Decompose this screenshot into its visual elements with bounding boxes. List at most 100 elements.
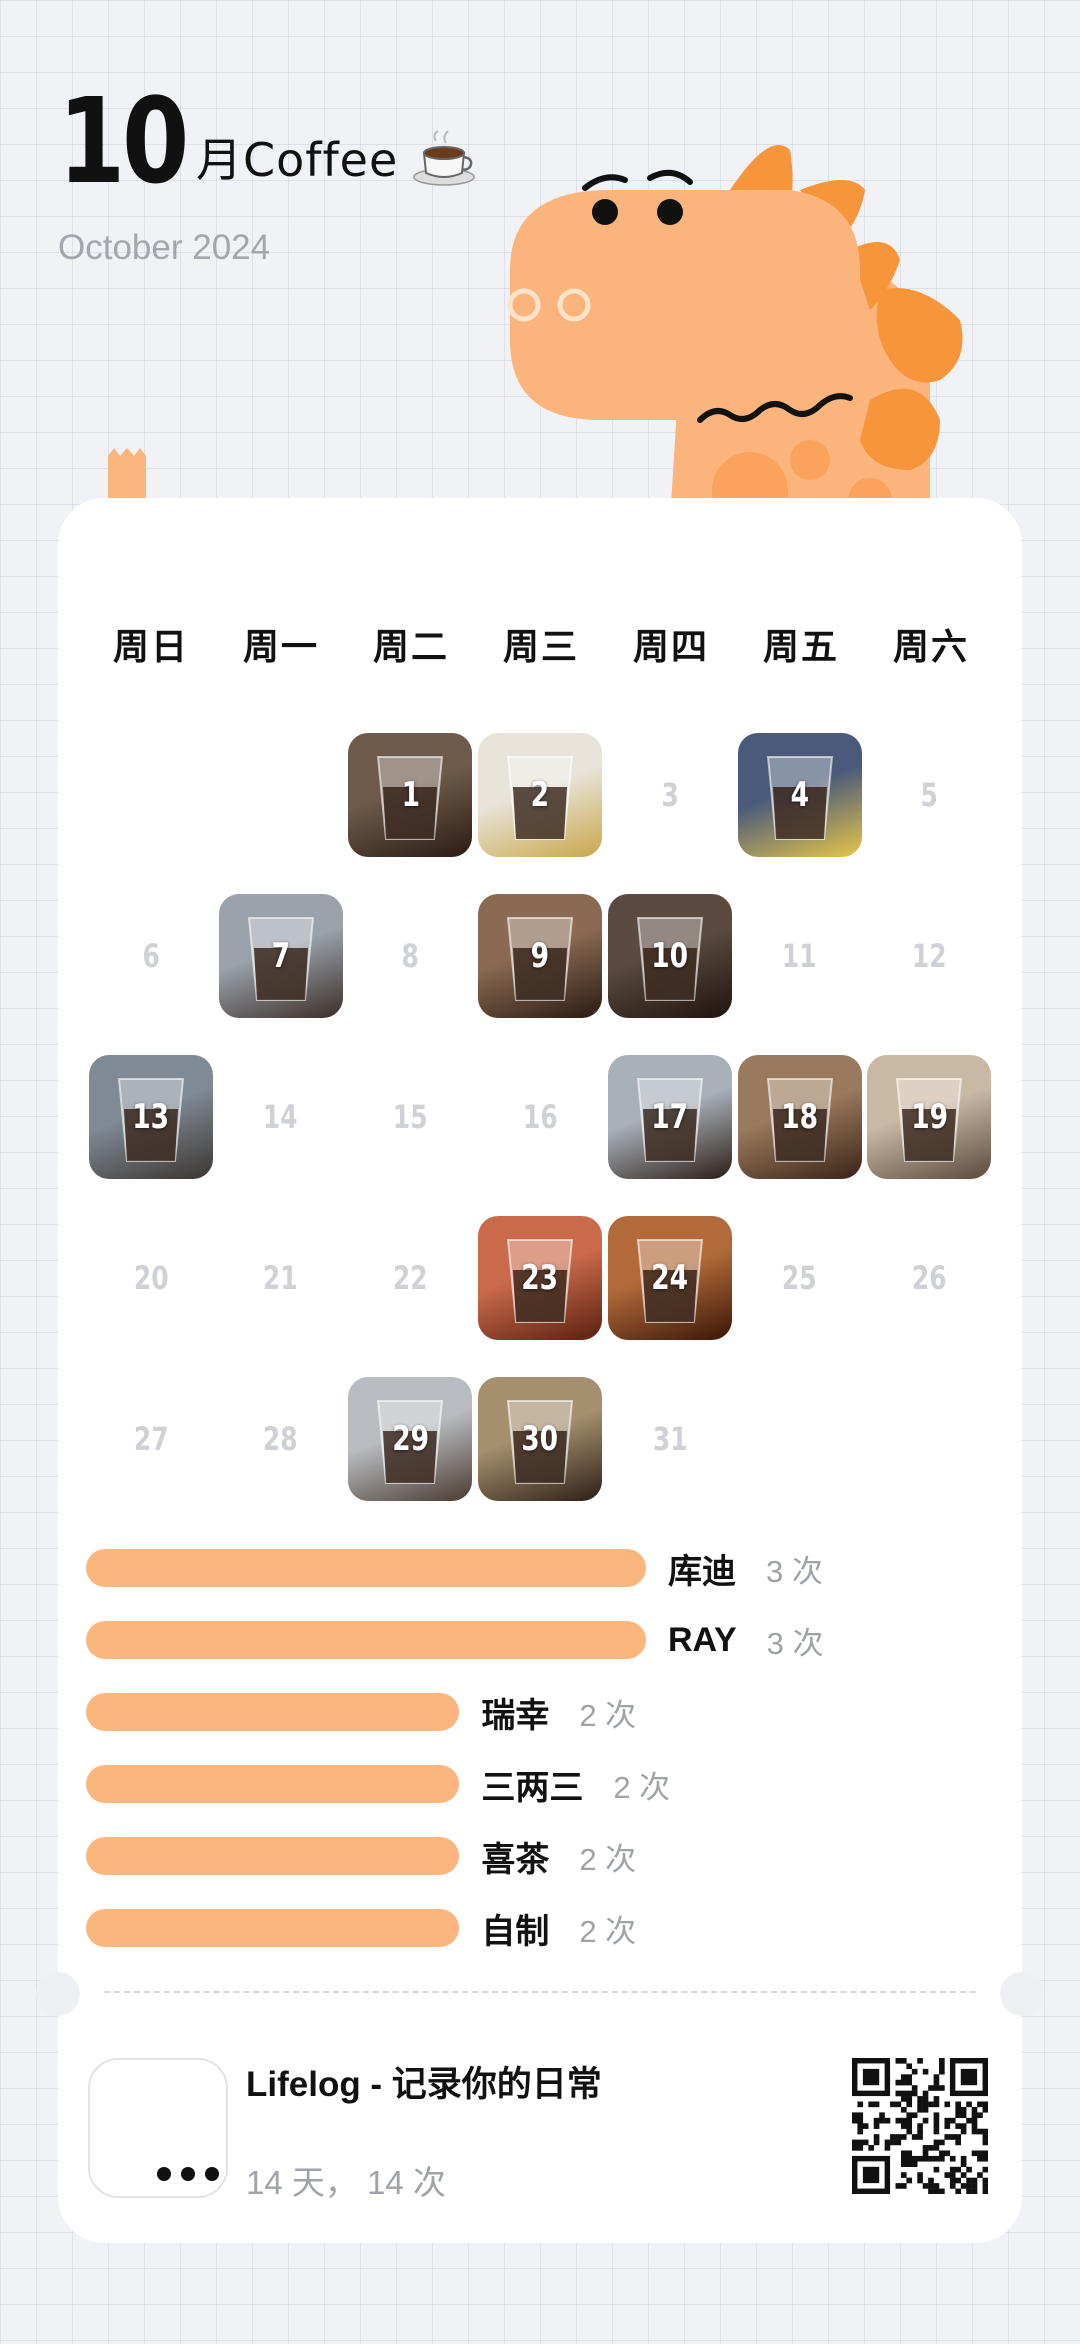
brand-count: 3 次 <box>766 1553 823 1589</box>
calendar-day[interactable]: 11 <box>738 894 862 1018</box>
calendar-day[interactable]: 15 <box>348 1055 472 1179</box>
calendar-day-number: 5 <box>920 776 938 814</box>
month-subtitle: October 2024 <box>58 228 271 267</box>
brand-name: 三两三 <box>481 1768 584 1807</box>
brand-count: 2 次 <box>579 1841 637 1877</box>
weekday-sun: 周日 <box>112 626 189 667</box>
calendar-day-number: 28 <box>263 1420 299 1458</box>
calendar-day-number: 19 <box>910 1097 948 1137</box>
calendar-day[interactable]: 12 <box>867 894 991 1018</box>
calendar-day-photo[interactable]: 23 <box>478 1216 603 1340</box>
brand-count: 3 次 <box>766 1625 824 1661</box>
brand-stat-bar <box>86 1621 646 1659</box>
brand-name: 喜茶 <box>481 1840 550 1879</box>
calendar-day-number: 14 <box>263 1098 299 1136</box>
calendar-day-number: 1 <box>401 775 420 815</box>
calendar-day-number: 21 <box>263 1259 299 1297</box>
calendar-day-photo[interactable]: 13 <box>89 1055 213 1179</box>
calendar-day[interactable]: 6 <box>89 894 213 1018</box>
calendar-day-photo[interactable]: 4 <box>737 733 862 857</box>
calendar-day[interactable]: 3 <box>608 733 732 857</box>
page-title: 10 月Coffee <box>58 70 476 200</box>
weekday-mon: 周一 <box>242 626 319 667</box>
weekday-sat: 周六 <box>892 626 969 667</box>
calendar-day-number: 9 <box>530 936 550 976</box>
calendar-day-photo[interactable]: 24 <box>607 1216 732 1340</box>
calendar-day-photo[interactable]: 17 <box>607 1055 732 1179</box>
brand-stat-row: 自制 2 次 <box>86 1908 637 1951</box>
calendar-day-number: 31 <box>652 1420 688 1458</box>
calendar-day-photo[interactable]: 19 <box>867 1055 992 1179</box>
brand-count: 2 次 <box>579 1913 637 1949</box>
calendar-day[interactable]: 21 <box>219 1216 343 1340</box>
dinosaur-mascot-icon <box>507 145 963 520</box>
ticket-notch-right <box>1000 1972 1044 2016</box>
calendar-day[interactable]: 14 <box>219 1055 343 1179</box>
calendar-day[interactable]: 31 <box>608 1377 732 1501</box>
more-dots-icon <box>157 2167 219 2181</box>
weekday-header: 周日 周一 周二 周三 周四 周五 周六 <box>86 612 994 682</box>
app-icon[interactable] <box>88 2058 228 2198</box>
brand-stat-row: 喜茶 2 次 <box>86 1836 637 1879</box>
calendar-day-photo[interactable]: 9 <box>478 894 603 1018</box>
brand-stat-bar <box>86 1909 460 1947</box>
calendar-day[interactable]: 25 <box>738 1216 862 1340</box>
weekday-tue: 周二 <box>372 626 449 667</box>
ticket-notch-left <box>36 1972 80 2016</box>
brand-name: 自制 <box>481 1912 550 1951</box>
calendar-day-photo[interactable]: 18 <box>737 1055 862 1179</box>
calendar-day-number: 3 <box>661 776 679 814</box>
calendar-day-number: 15 <box>393 1098 428 1136</box>
calendar-day[interactable]: 28 <box>219 1377 343 1501</box>
brand-stat-row: RAY 3 次 <box>86 1620 824 1661</box>
brand-name: 瑞幸 <box>481 1696 550 1735</box>
calendar-day-number: 18 <box>781 1097 818 1137</box>
calendar-day[interactable]: 26 <box>867 1216 991 1340</box>
qr-code-icon <box>852 2058 988 2194</box>
calendar-day[interactable]: 22 <box>348 1216 472 1340</box>
calendar-day[interactable]: 5 <box>867 733 991 857</box>
calendar-day[interactable]: 20 <box>89 1216 213 1340</box>
calendar-day-number: 7 <box>271 936 290 976</box>
calendar-day[interactable]: 8 <box>348 894 472 1018</box>
dashed-divider <box>104 1991 976 1993</box>
calendar-day-number: 30 <box>521 1419 559 1459</box>
coffee-cup-icon <box>412 127 476 192</box>
calendar-day-number: 2 <box>530 775 550 815</box>
calendar-day-number: 16 <box>522 1098 558 1136</box>
month-number: 10 <box>58 72 189 210</box>
calendar-day-number: 22 <box>393 1259 428 1297</box>
calendar-day-photo[interactable]: 1 <box>348 733 473 857</box>
calendar-day-photo[interactable]: 7 <box>218 894 343 1018</box>
brand-stat-bar <box>86 1837 460 1875</box>
calendar-day-number: 23 <box>521 1258 559 1298</box>
calendar-day-number: 17 <box>651 1097 689 1137</box>
brand-stat-bar <box>86 1693 460 1731</box>
calendar-day-number: 26 <box>911 1259 947 1297</box>
calendar-day-number: 25 <box>782 1259 817 1297</box>
calendar-day-number: 29 <box>391 1419 429 1459</box>
brand-name: RAY <box>668 1620 737 1659</box>
weekday-thu: 周四 <box>632 626 709 667</box>
month-label: 月Coffee <box>196 133 399 187</box>
brand-stat-row: 瑞幸 2 次 <box>86 1692 636 1735</box>
weekday-wed: 周三 <box>502 626 579 667</box>
calendar-day-photo[interactable]: 29 <box>348 1377 473 1501</box>
weekday-fri: 周五 <box>762 626 839 667</box>
calendar-day-number: 6 <box>142 937 160 975</box>
calendar-day-number: 8 <box>401 937 420 975</box>
brand-name: 库迪 <box>668 1552 736 1591</box>
brand-stat-row: 三两三 2 次 <box>86 1764 671 1807</box>
calendar-day[interactable]: 27 <box>89 1377 213 1501</box>
calendar-day-photo[interactable]: 10 <box>607 894 732 1018</box>
calendar-day-number: 4 <box>790 775 809 815</box>
calendar-day-number: 11 <box>782 937 817 975</box>
brand-stat-bar <box>86 1765 460 1803</box>
calendar-day-photo[interactable]: 2 <box>478 733 603 857</box>
brand-stat-row: 库迪 3 次 <box>86 1548 823 1591</box>
calendar-day-photo[interactable]: 30 <box>478 1377 603 1501</box>
calendar-day[interactable]: 16 <box>478 1055 602 1179</box>
calendar-day-number: 20 <box>133 1259 169 1297</box>
brand-count: 2 次 <box>613 1769 671 1805</box>
brand-stat-bar <box>86 1549 646 1587</box>
